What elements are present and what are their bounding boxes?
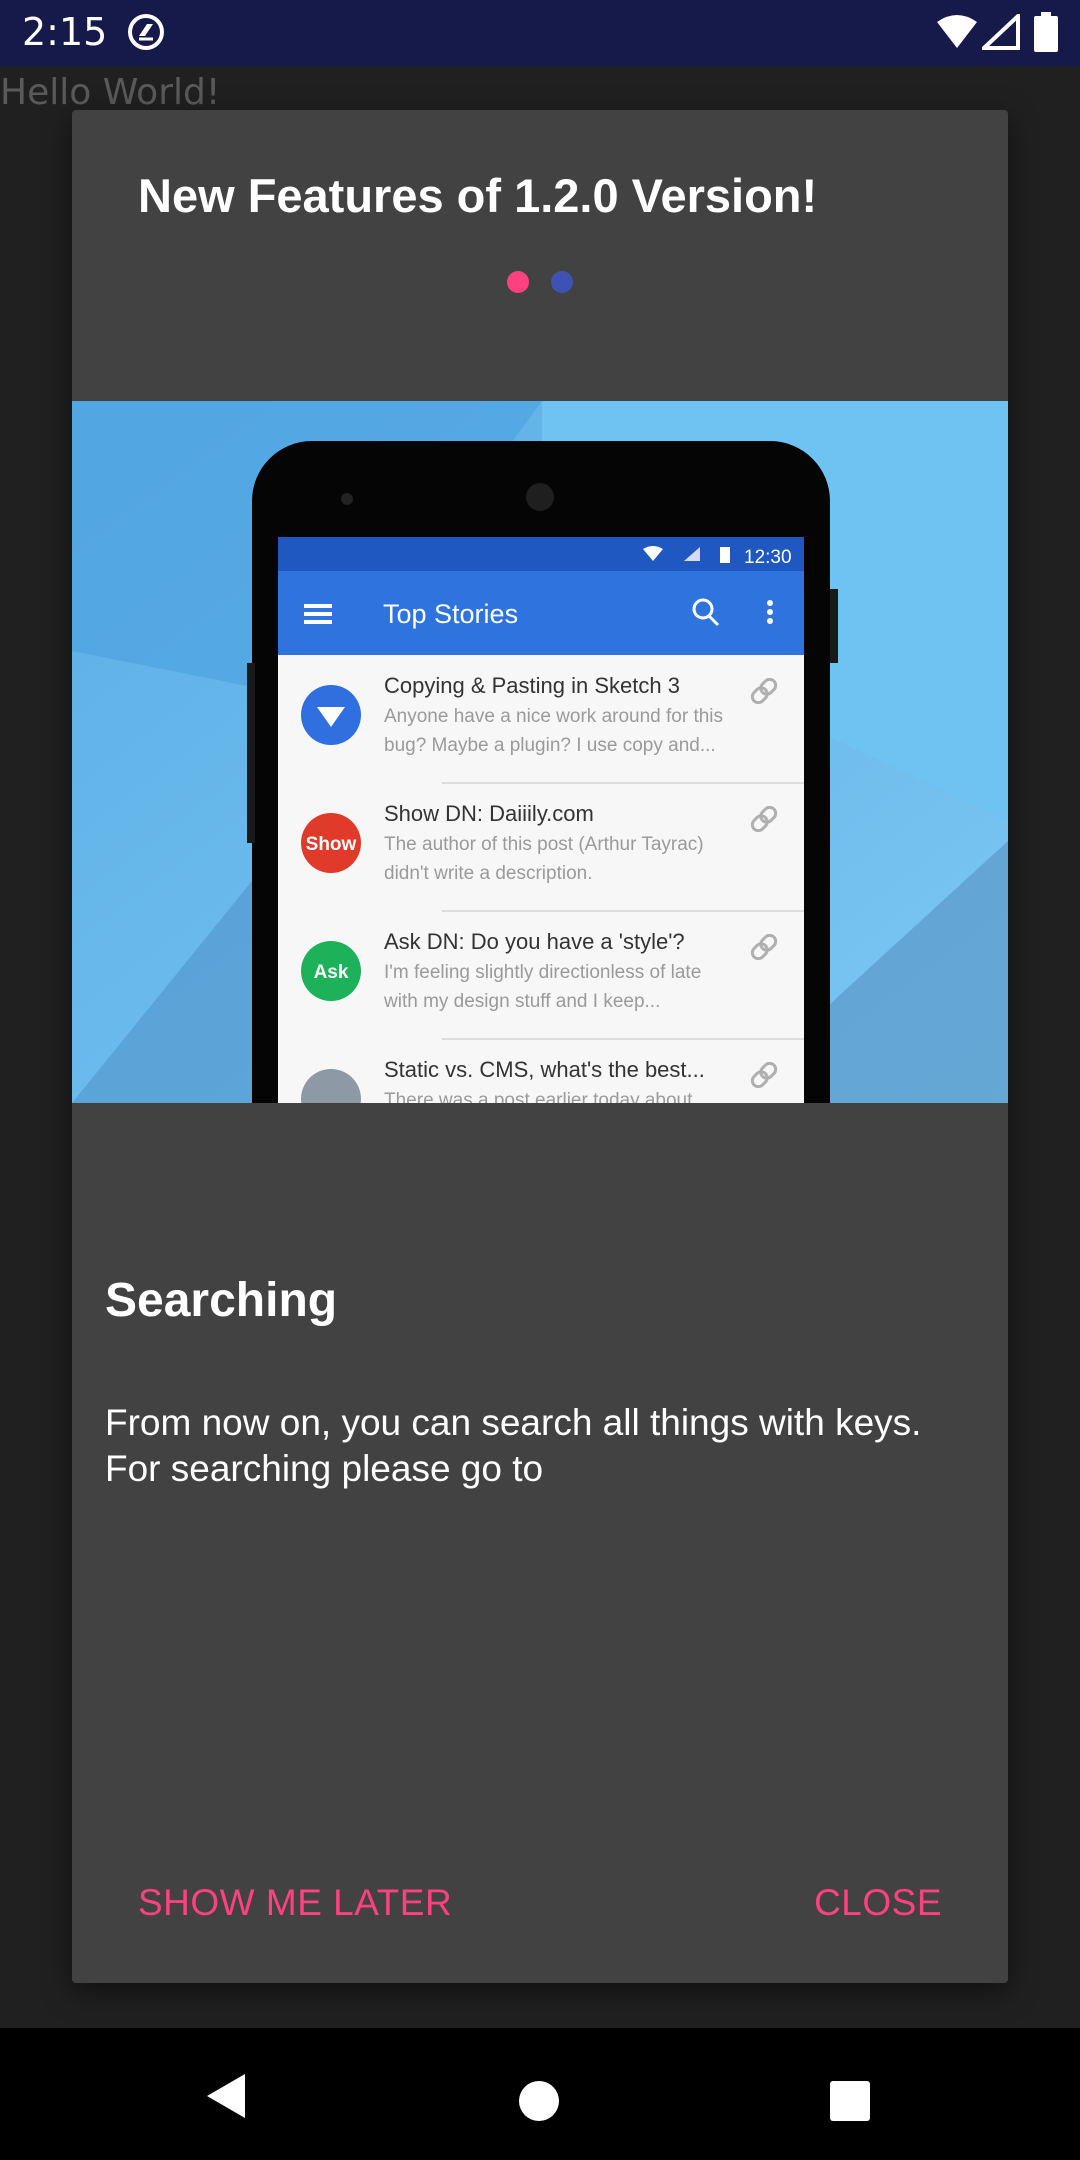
- story-line-1: Anyone have a nice work around for this: [384, 706, 723, 727]
- story-line-1: There was a post earlier today about: [384, 1090, 693, 1103]
- battery-icon: [1034, 12, 1058, 57]
- story-line-1: I'm feeling slightly directionless of la…: [384, 962, 701, 983]
- page-indicator-dot[interactable]: [551, 271, 573, 293]
- whats-new-dialog: New Features of 1.2.0 Version! 12:30 Top…: [72, 110, 1008, 1983]
- story-avatar-label: Ask: [314, 962, 349, 983]
- story-title: Copying & Pasting in Sketch 3: [384, 673, 680, 698]
- feature-description: From now on, you can search all things w…: [105, 1402, 922, 1489]
- recents-icon[interactable]: [829, 2080, 871, 2127]
- story-line-1: The author of this post (Arthur Tayrac): [384, 834, 704, 855]
- wifi-icon: [936, 14, 978, 55]
- feature-title: Searching: [105, 1274, 338, 1327]
- story-line-2: bug? Maybe a plugin? I use copy and...: [384, 735, 716, 756]
- app-notification-icon: [126, 12, 166, 57]
- dialog-title: New Features of 1.2.0 Version!: [138, 169, 818, 222]
- feature-screenshot-image: 12:30 Top Stories Copying & Pasting in S…: [72, 401, 1008, 1103]
- status-time: 2:15: [22, 10, 108, 54]
- navigation-bar: [0, 2028, 1080, 2160]
- close-button[interactable]: CLOSE: [814, 1882, 942, 1924]
- status-bar: 2:15: [0, 0, 1080, 66]
- story-line-2: didn't write a description.: [384, 863, 593, 884]
- home-icon[interactable]: [518, 2080, 560, 2127]
- cell-signal-icon: [978, 11, 1020, 55]
- story-title: Static vs. CMS, what's the best...: [384, 1057, 705, 1082]
- story-avatar-label: Show: [306, 834, 357, 855]
- show-me-later-button[interactable]: SHOW ME LATER: [138, 1882, 452, 1924]
- story-title: Ask DN: Do you have a 'style'?: [384, 929, 685, 954]
- back-icon[interactable]: [205, 2072, 247, 2125]
- phone-status-time: 12:30: [744, 547, 792, 568]
- page-indicator-dot-active[interactable]: [507, 271, 529, 293]
- phone-toolbar-title: Top Stories: [383, 599, 518, 629]
- hello-world-text: Hello World!: [0, 72, 221, 113]
- story-line-2: with my design stuff and I keep...: [383, 991, 660, 1012]
- story-title: Show DN: Daiiily.com: [384, 801, 594, 826]
